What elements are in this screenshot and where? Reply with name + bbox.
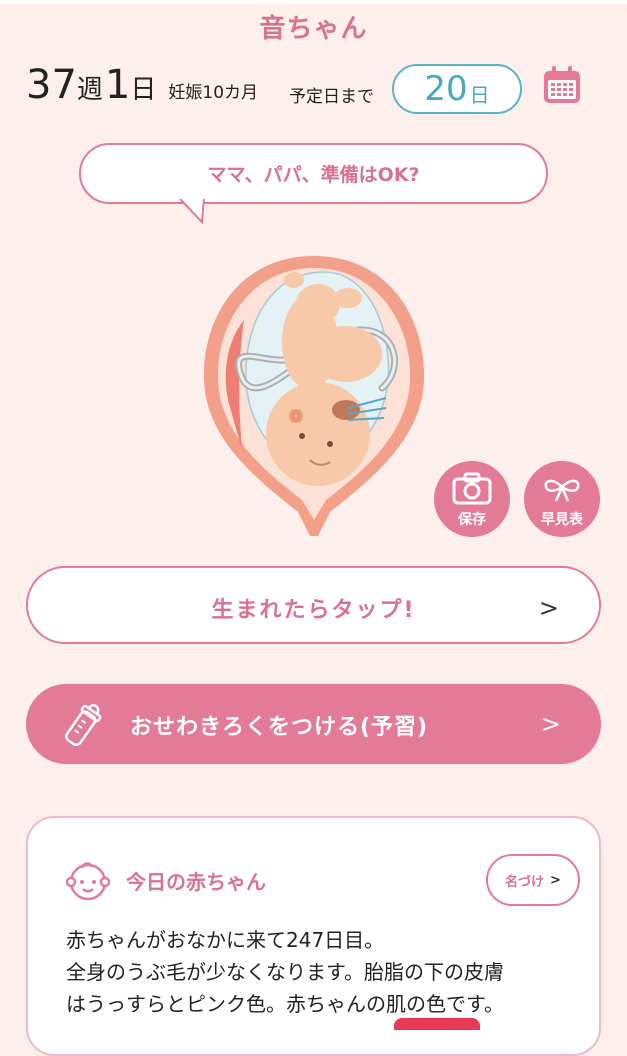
today-text-line: はうっすらとピンク色。赤ちゃんの肌の色です。 <box>66 992 504 1016</box>
red-tab-indicator[interactable] <box>394 1018 480 1030</box>
until-due-label: 予定日まで <box>289 87 374 107</box>
born-tap-label: 生まれたらタップ! <box>211 598 416 623</box>
weeks-unit: 週 <box>76 75 103 105</box>
naming-label: 名づけ <box>505 874 545 890</box>
quick-chart-label: 早見表 <box>541 512 583 528</box>
remaining-days-number: 20 <box>424 69 468 109</box>
baby-face-icon <box>66 862 110 901</box>
bubble-tail <box>179 198 205 224</box>
weeks-number: 37 <box>26 62 77 108</box>
baby-bottle-icon <box>65 704 102 747</box>
save-button[interactable]: 保存 <box>434 461 510 537</box>
days-number: 1 <box>104 62 131 108</box>
chevron-right-icon: > <box>550 872 561 888</box>
pregnancy-week-display: 37 週 1 日 妊娠10カ月 <box>26 62 258 110</box>
top-divider <box>0 0 627 4</box>
chevron-right-icon: > <box>540 710 561 738</box>
today-baby-card: 今日の赤ちゃん 名づけ > 赤ちゃんがおなかに来て247日目。 全身のうぶ毛が少… <box>26 816 601 1056</box>
naming-button[interactable]: 名づけ > <box>486 854 580 906</box>
save-label: 保存 <box>458 512 486 528</box>
pregnancy-month: 妊娠10カ月 <box>168 83 259 103</box>
born-tap-button[interactable]: 生まれたらタップ! > <box>26 566 601 644</box>
message-bubble: ママ、パパ、準備はOK? <box>79 143 548 204</box>
chevron-right-icon: > <box>538 594 559 622</box>
baby-name-title[interactable]: 音ちゃん <box>0 8 627 45</box>
ribbon-icon <box>544 479 580 502</box>
remaining-days-unit: 日 <box>469 82 490 107</box>
days-unit: 日 <box>130 75 157 105</box>
today-baby-text: 赤ちゃんがおなかに来て247日目。 全身のうぶ毛が少なくなります。胎脂の下の皮膚… <box>66 924 586 1020</box>
care-record-label: おせわきろくをつける(予習) <box>130 715 429 740</box>
calendar-icon[interactable] <box>541 64 583 106</box>
today-text-line: 全身のうぶ毛が少なくなります。胎脂の下の皮膚 <box>66 960 504 984</box>
fetus-illustration <box>203 256 425 536</box>
remaining-days-pill: 20 日 <box>392 64 522 114</box>
camera-icon <box>452 472 492 505</box>
today-text-line: 赤ちゃんがおなかに来て247日目。 <box>66 928 385 952</box>
quick-chart-button[interactable]: 早見表 <box>524 461 600 537</box>
today-baby-title: 今日の赤ちゃん <box>126 870 266 894</box>
care-record-button[interactable]: おせわきろくをつける(予習) > <box>26 684 601 764</box>
